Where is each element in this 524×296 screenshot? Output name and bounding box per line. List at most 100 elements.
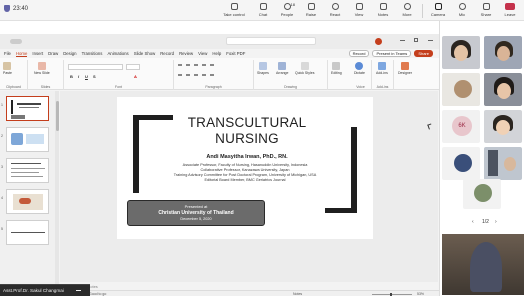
participant-tile[interactable] (442, 73, 480, 106)
participant-video[interactable] (484, 73, 522, 106)
shadow-icon[interactable]: S (93, 74, 96, 79)
tab-slide-show[interactable]: Slide Show (134, 51, 156, 56)
maximize-icon[interactable] (414, 38, 418, 42)
slide-thumbnail[interactable] (6, 158, 49, 183)
view-button[interactable]: View (347, 1, 371, 20)
people-button[interactable]: 18 People (275, 1, 299, 20)
designer-button[interactable]: Designer (398, 62, 412, 75)
search-box[interactable] (226, 37, 316, 45)
zoom-slider-thumb[interactable] (390, 292, 392, 296)
font-size-select[interactable] (126, 64, 140, 70)
close-icon[interactable] (428, 40, 433, 41)
view-icon (355, 3, 363, 10)
minimize-icon[interactable] (400, 40, 405, 41)
share-button[interactable]: Share (474, 1, 498, 20)
quick-styles-icon (300, 62, 309, 70)
presenter-name: Asst.Prof.Dr. Sakul Changmai (3, 288, 64, 293)
designer-icon (401, 62, 409, 70)
minimize-icon[interactable] (76, 290, 81, 291)
current-slide[interactable]: TRANSCULTURAL NURSING Andi Masyitha Irwa… (117, 97, 373, 239)
list-icons[interactable] (178, 64, 218, 66)
participant-video[interactable] (484, 110, 522, 143)
tab-home[interactable]: Home (15, 51, 28, 57)
raise-hand-button[interactable]: Raise (299, 1, 323, 20)
ppt-share-button[interactable]: Share (414, 50, 433, 57)
frame-decoration (325, 208, 357, 213)
shapes-button[interactable]: Shapes (257, 62, 269, 75)
italic-icon[interactable]: I (78, 74, 79, 79)
participant-tile[interactable] (442, 147, 480, 180)
presenter-video[interactable] (442, 234, 524, 295)
meeting-timer-area: 23:40 (4, 5, 28, 12)
new-slide-button[interactable]: New Slide (34, 62, 50, 75)
editing-button[interactable]: Editing (331, 62, 342, 75)
slide-thumbnail[interactable] (6, 127, 49, 152)
notes-toggle[interactable]: Notes (293, 292, 302, 296)
underline-icon[interactable]: U (85, 74, 88, 79)
take-control-button[interactable]: Take control (217, 1, 251, 20)
avatar: 6K (452, 116, 472, 136)
arrange-button[interactable]: Arrange (276, 62, 288, 75)
chat-button[interactable]: Chat (251, 1, 275, 20)
presenter-taskbar: Asst.Prof.Dr. Sakul Changmai (0, 284, 90, 296)
tab-file[interactable]: File (4, 51, 11, 56)
ribbon-group-paragraph: Paragraph (174, 60, 254, 90)
slide-thumbnail[interactable] (6, 220, 49, 245)
tab-draw[interactable]: Draw (48, 51, 58, 56)
slide-author: Andi Masyitha Irwan, PhD., RN. (206, 154, 288, 160)
participant-video[interactable] (442, 36, 480, 69)
notes-icon (379, 3, 387, 10)
tab-insert[interactable]: Insert (32, 51, 43, 56)
leave-button[interactable]: Leave (498, 1, 522, 20)
bold-icon[interactable]: B (70, 74, 73, 79)
autosave-toggle[interactable] (10, 39, 22, 44)
align-icons[interactable] (178, 74, 218, 76)
tab-view[interactable]: View (198, 51, 207, 56)
tab-help[interactable]: Help (212, 51, 221, 56)
slide-thumbnail[interactable] (6, 96, 49, 121)
participant-video[interactable] (484, 36, 522, 69)
chevron-right-icon[interactable]: › (495, 219, 497, 225)
quick-styles-button[interactable]: Quick Styles (295, 62, 314, 75)
slide-thumbnail[interactable] (6, 189, 49, 214)
affiliation-line: Associate Professor, Faculty of Nursing,… (182, 163, 308, 167)
mic-button[interactable]: Mic (450, 1, 474, 20)
zoom-slider[interactable] (372, 294, 412, 295)
paste-button[interactable]: Paste (3, 62, 12, 75)
shield-icon (4, 5, 10, 12)
dictate-button[interactable]: Dictate (354, 62, 365, 75)
tab-transitions[interactable]: Transitions (82, 51, 103, 56)
tab-foxit-pdf[interactable]: Foxit PDF (226, 51, 245, 56)
thumbnail-scrollbar[interactable] (55, 91, 59, 286)
zoom-level[interactable]: 53% (417, 292, 424, 296)
toolbar-divider (422, 4, 423, 18)
affiliation-line: Editorial Board Member, BMC Geriatrics J… (204, 178, 286, 182)
account-avatar[interactable] (375, 38, 382, 45)
ppt-titlebar (0, 34, 439, 49)
ribbon-group-drawing: Shapes Arrange Quick Styles Drawing (254, 60, 328, 90)
participant-video[interactable] (484, 147, 522, 180)
camera-button[interactable]: Camera (426, 1, 450, 20)
font-color-icon[interactable]: A (134, 74, 137, 79)
shapes-icon (258, 62, 267, 70)
ribbon-group-slides: New Slide Slides (28, 60, 64, 90)
tab-animations[interactable]: Animations (107, 51, 128, 56)
present-in-teams-button[interactable]: Present in Teams (372, 50, 412, 57)
participant-tile[interactable] (463, 179, 501, 209)
react-button[interactable]: React (323, 1, 347, 20)
ribbon-group-font: B I U S A Font (64, 60, 174, 90)
participant-tile[interactable]: 6K (442, 110, 480, 143)
notes-button[interactable]: Notes (371, 1, 395, 20)
addins-button[interactable]: Add-ins (376, 62, 388, 75)
paste-icon (3, 62, 12, 70)
scrollbar-thumb[interactable] (55, 101, 59, 131)
tab-record[interactable]: Record (160, 51, 174, 56)
tab-design[interactable]: Design (63, 51, 76, 56)
arrange-icon (278, 62, 287, 70)
record-button[interactable]: Record (348, 50, 370, 57)
tab-review[interactable]: Review (179, 51, 193, 56)
editing-icon (332, 62, 341, 70)
more-button[interactable]: More (395, 1, 419, 20)
chevron-left-icon[interactable]: ‹ (472, 219, 474, 225)
font-name-select[interactable] (68, 64, 123, 70)
